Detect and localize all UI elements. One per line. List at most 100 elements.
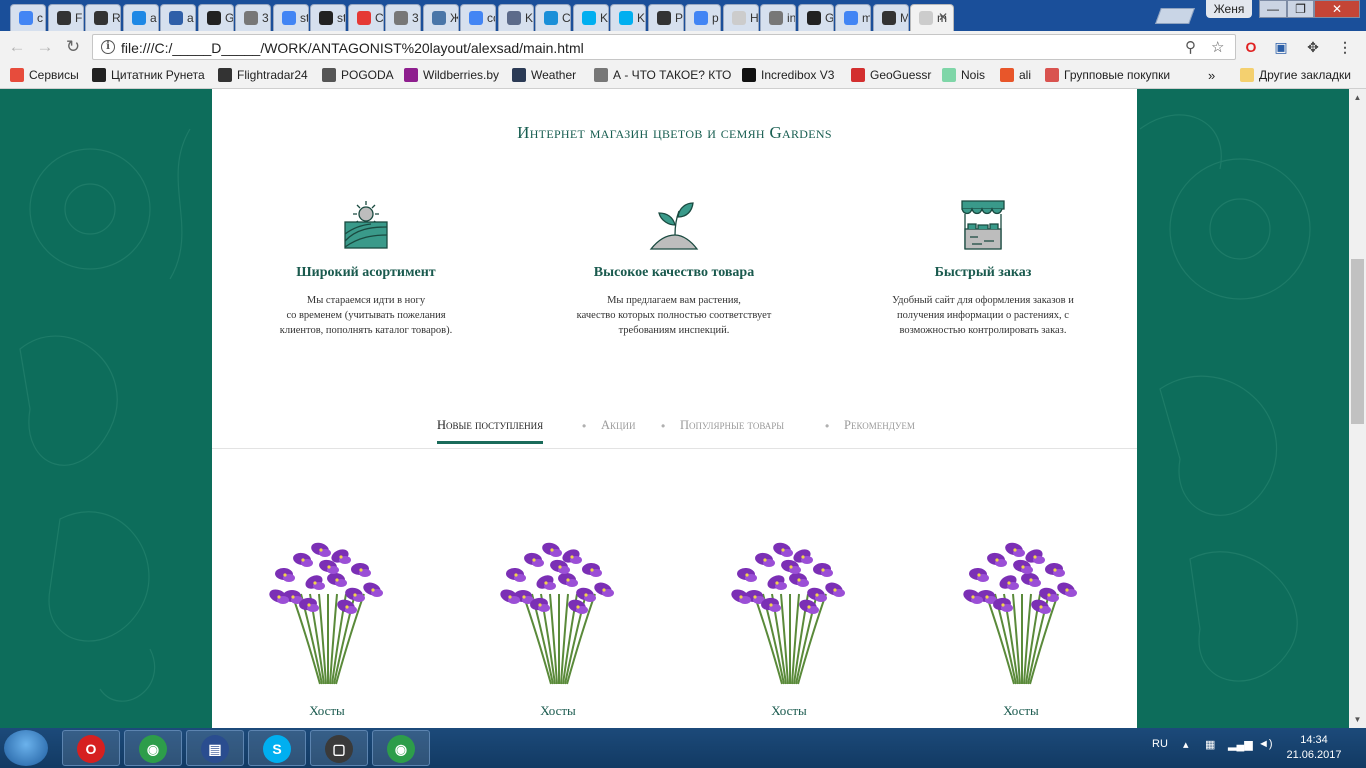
- browser-tab[interactable]: 3: [385, 4, 421, 31]
- page-icon: [594, 68, 608, 82]
- browser-tab[interactable]: C: [348, 4, 384, 31]
- bookmark-item[interactable]: ali: [1000, 68, 1031, 84]
- page-scrollbar[interactable]: ▲ ▼: [1349, 89, 1366, 728]
- bookmark-item[interactable]: Групповые покупки: [1045, 68, 1170, 84]
- browser-tab[interactable]: st: [310, 4, 346, 31]
- tab-close-icon[interactable]: ✕: [938, 10, 948, 24]
- bookmark-star-icon[interactable]: ☆: [1211, 38, 1224, 56]
- move-extension-icon[interactable]: ✥: [1304, 38, 1322, 56]
- taskbar-app-button[interactable]: ▢: [310, 730, 368, 766]
- taskbar-app-button[interactable]: ▤: [186, 730, 244, 766]
- product-name[interactable]: Хосты: [252, 703, 402, 719]
- address-bar[interactable]: i file:///C:/_____D_____/WORK/ANTAGONIST…: [92, 34, 1236, 60]
- bookmark-item[interactable]: Цитатник Рунета: [92, 68, 205, 84]
- browser-tab[interactable]: K: [498, 4, 534, 31]
- iris-bouquet-image[interactable]: [724, 534, 854, 689]
- bookmark-item[interactable]: Weather: [512, 68, 576, 84]
- browser-tab[interactable]: Fi: [48, 4, 84, 31]
- bookmark-item[interactable]: Wildberries.by: [404, 68, 499, 84]
- tab-promotions[interactable]: Акции: [601, 418, 636, 433]
- browser-tab[interactable]: R: [85, 4, 121, 31]
- bookmark-item[interactable]: Сервисы: [10, 68, 79, 84]
- browser-tab[interactable]: G: [198, 4, 234, 31]
- forward-icon[interactable]: →: [33, 35, 57, 59]
- product-card[interactable]: ХостыЦена: 400: [483, 534, 633, 728]
- browser-tab[interactable]: a: [123, 4, 159, 31]
- taskbar-app-button[interactable]: O: [62, 730, 120, 766]
- tab-popular[interactable]: Популярные товары: [680, 418, 784, 433]
- iris-bouquet-image[interactable]: [493, 534, 623, 689]
- clock[interactable]: 14:34 21.06.2017: [1284, 733, 1344, 763]
- browser-tab[interactable]: G: [798, 4, 834, 31]
- bookmark-item[interactable]: POGODA: [322, 68, 394, 84]
- iris-bouquet-image[interactable]: [956, 534, 1086, 689]
- product-name[interactable]: Хосты: [483, 703, 633, 719]
- maximize-button[interactable]: ❐: [1287, 0, 1314, 18]
- feature-quality: Высокое качество товара Мы предлагаем ва…: [544, 197, 804, 338]
- other-bookmarks-folder[interactable]: Другие закладки: [1240, 68, 1351, 84]
- browser-tab[interactable]: Ж: [423, 4, 459, 31]
- tab-new-arrivals[interactable]: Новые поступления: [437, 418, 544, 444]
- scroll-down-icon[interactable]: ▼: [1349, 711, 1366, 728]
- menu-icon[interactable]: ⋮: [1336, 38, 1354, 56]
- tab-title: 3: [262, 11, 269, 25]
- browser-tab[interactable]: Нова: [723, 4, 759, 31]
- product-card[interactable]: ХостыЦена: 400: [252, 534, 402, 728]
- back-icon[interactable]: ←: [5, 35, 29, 59]
- new-tab-button[interactable]: [1155, 8, 1195, 24]
- browser-tab[interactable]: m ✕: [910, 4, 954, 31]
- browser-tab[interactable]: c: [10, 4, 46, 31]
- bookmarks-overflow-button[interactable]: »: [1208, 68, 1215, 84]
- volume-icon[interactable]: ◄): [1258, 738, 1273, 750]
- opera-extension-icon[interactable]: O: [1242, 38, 1260, 56]
- profile-button[interactable]: Женя: [1206, 0, 1252, 18]
- bookmark-item[interactable]: Nois: [942, 68, 985, 84]
- browser-tab[interactable]: K: [610, 4, 646, 31]
- start-button[interactable]: [4, 730, 48, 766]
- minimize-button[interactable]: —: [1259, 0, 1287, 18]
- product-card[interactable]: ХостыЦена: 400: [946, 534, 1096, 728]
- browser-tab[interactable]: C: [535, 4, 571, 31]
- bookmark-label: А - ЧТО ТАКОЕ? КТО: [613, 68, 732, 82]
- browser-tab[interactable]: in: [760, 4, 796, 31]
- tab-recommended[interactable]: Рекомендуем: [844, 418, 915, 433]
- feature-title: Быстрый заказ: [934, 265, 1032, 280]
- browser-tab[interactable]: st: [273, 4, 309, 31]
- browser-tab[interactable]: M: [873, 4, 909, 31]
- browser-tab[interactable]: p: [685, 4, 721, 31]
- browser-tab[interactable]: cc: [460, 4, 496, 31]
- product-tabs: Новые поступления • Акции • Популярные т…: [212, 414, 1137, 449]
- taskbar-app-button[interactable]: S: [248, 730, 306, 766]
- scroll-thumb[interactable]: [1351, 259, 1364, 424]
- product-name[interactable]: Хосты: [714, 703, 864, 719]
- bookmark-item[interactable]: GeoGuessr: [851, 68, 931, 84]
- zoom-search-icon[interactable]: ⚲: [1185, 38, 1196, 56]
- scroll-up-icon[interactable]: ▲: [1349, 89, 1366, 106]
- google-icon: [694, 11, 708, 25]
- feature-description: Мы стараемся идти в ногу со временем (уч…: [236, 293, 496, 338]
- tray-arrow-icon[interactable]: ▴: [1183, 738, 1189, 751]
- window-close-button[interactable]: ✕: [1314, 0, 1360, 18]
- product-name[interactable]: Хосты: [946, 703, 1096, 719]
- bookmark-item[interactable]: Incredibox V3: [742, 68, 834, 84]
- reload-icon[interactable]: ↻: [61, 35, 85, 59]
- network-icon[interactable]: ▦: [1205, 738, 1215, 751]
- language-indicator[interactable]: RU: [1152, 738, 1168, 750]
- browser-tab[interactable]: a: [160, 4, 196, 31]
- url-text[interactable]: file:///C:/_____D_____/WORK/ANTAGONIST%2…: [121, 40, 584, 56]
- bookmark-item[interactable]: Flightradar24: [218, 68, 308, 84]
- browser-tab[interactable]: K: [573, 4, 609, 31]
- taskbar-app-button[interactable]: ◉: [124, 730, 182, 766]
- screen-capture-icon[interactable]: ▣: [1272, 38, 1290, 56]
- bookmark-item[interactable]: А - ЧТО ТАКОЕ? КТО: [594, 68, 731, 84]
- info-icon[interactable]: i: [101, 40, 115, 54]
- product-card[interactable]: ХостыЦена: 400: [714, 534, 864, 728]
- signal-icon[interactable]: ▂▄▆: [1228, 738, 1253, 751]
- tab-title: C: [562, 11, 571, 25]
- browser-tab[interactable]: m: [835, 4, 871, 31]
- browser-tab[interactable]: P: [648, 4, 684, 31]
- feature-text-line: Мы предлагаем вам растения,: [607, 295, 741, 306]
- taskbar-app-button[interactable]: ◉: [372, 730, 430, 766]
- browser-tab[interactable]: 3: [235, 4, 271, 31]
- iris-bouquet-image[interactable]: [262, 534, 392, 689]
